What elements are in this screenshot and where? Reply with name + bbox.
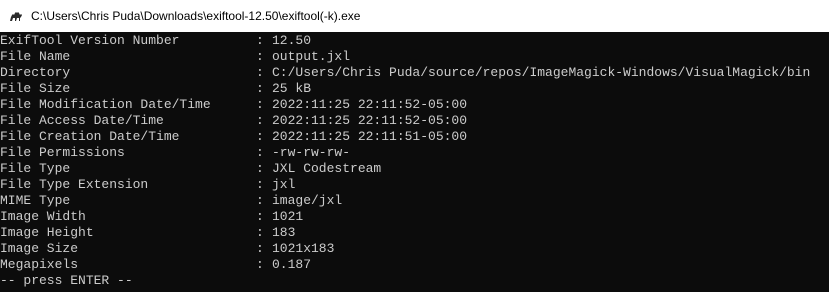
metadata-value: 25 kB <box>272 81 312 96</box>
metadata-row: File Access Date/Time:2022:11:25 22:11:5… <box>0 113 829 129</box>
metadata-row: File Name: output.jxl <box>0 49 829 65</box>
metadata-separator: : <box>256 129 264 144</box>
metadata-value: -rw-rw-rw- <box>272 145 351 160</box>
metadata-tag: Image Width <box>0 209 86 224</box>
metadata-row: Megapixels:0.187 <box>0 257 829 273</box>
metadata-value: image/jxl <box>272 193 343 208</box>
metadata-row: File Permissions: -rw-rw-rw- <box>0 145 829 161</box>
metadata-separator: : <box>256 49 264 64</box>
metadata-tag: File Permissions <box>0 145 125 160</box>
metadata-separator: : <box>256 225 264 240</box>
metadata-value: 2022:11:25 22:11:52-05:00 <box>272 97 468 112</box>
metadata-separator: : <box>256 97 264 112</box>
metadata-separator: : <box>256 241 264 256</box>
metadata-value: C:/Users/Chris Puda/source/repos/ImageMa… <box>272 65 811 80</box>
metadata-tag: ExifTool Version Number <box>0 33 180 48</box>
metadata-row: File Creation Date/Time:2022:11:25 22:11… <box>0 129 829 145</box>
metadata-tag: File Name <box>0 49 71 64</box>
metadata-value: 2022:11:25 22:11:52-05:00 <box>272 113 468 128</box>
metadata-value: 1021x183 <box>272 241 335 256</box>
metadata-row: File Modification Date/Time:2022:11:25 2… <box>0 97 829 113</box>
metadata-tag: File Type <box>0 161 71 176</box>
metadata-separator: : <box>256 161 264 176</box>
press-enter-prompt: -- press ENTER -- <box>0 273 133 288</box>
metadata-tag: Directory <box>0 65 71 80</box>
metadata-row: Image Height:183 <box>0 225 829 241</box>
metadata-value: 12.50 <box>272 33 312 48</box>
metadata-separator: : <box>256 177 264 192</box>
metadata-value: output.jxl <box>272 49 351 64</box>
metadata-separator: : <box>256 145 264 160</box>
metadata-value: jxl <box>272 177 296 192</box>
metadata-tag: Image Height <box>0 225 94 240</box>
metadata-tag: MIME Type <box>0 193 71 208</box>
camel-icon <box>10 12 22 21</box>
metadata-value: 2022:11:25 22:11:51-05:00 <box>272 129 468 144</box>
metadata-tag: File Modification Date/Time <box>0 97 211 112</box>
metadata-separator: : <box>256 33 264 48</box>
metadata-tag: File Size <box>0 81 71 96</box>
metadata-row: File Size:25 kB <box>0 81 829 97</box>
metadata-separator: : <box>256 193 264 208</box>
metadata-separator: : <box>256 65 264 80</box>
metadata-value: 183 <box>272 225 296 240</box>
metadata-value: 1021 <box>272 209 304 224</box>
metadata-separator: : <box>256 257 264 272</box>
metadata-separator: : <box>256 81 264 96</box>
metadata-tag: Megapixels <box>0 257 79 272</box>
metadata-row: Image Width:1021 <box>0 209 829 225</box>
metadata-value: 0.187 <box>272 257 312 272</box>
console-output[interactable]: ExifTool Version Number:12.50 File Name: o… <box>0 33 829 292</box>
metadata-separator: : <box>256 209 264 224</box>
metadata-row: Directory: C:/Users/Chris Puda/source/rep… <box>0 65 829 81</box>
metadata-separator: : <box>256 113 264 128</box>
metadata-tag: File Access Date/Time <box>0 113 164 128</box>
metadata-row: File Type Extension: jxl <box>0 177 829 193</box>
metadata-list: ExifTool Version Number:12.50 File Name: o… <box>0 33 829 273</box>
metadata-row: MIME Type: image/jxl <box>0 193 829 209</box>
metadata-tag: File Type Extension <box>0 177 149 192</box>
metadata-tag: File Creation Date/Time <box>0 129 180 144</box>
metadata-row: Image Size:1021x183 <box>0 241 829 257</box>
metadata-tag: Image Size <box>0 241 79 256</box>
metadata-row: ExifTool Version Number:12.50 <box>0 33 829 49</box>
title-bar[interactable]: C:\Users\Chris Puda\Downloads\exiftool-1… <box>0 0 829 32</box>
console-window: C:\Users\Chris Puda\Downloads\exiftool-1… <box>0 0 829 292</box>
metadata-value: JXL Codestream <box>272 161 382 176</box>
metadata-row: File Type: JXL Codestream <box>0 161 829 177</box>
window-title: C:\Users\Chris Puda\Downloads\exiftool-1… <box>31 9 361 23</box>
